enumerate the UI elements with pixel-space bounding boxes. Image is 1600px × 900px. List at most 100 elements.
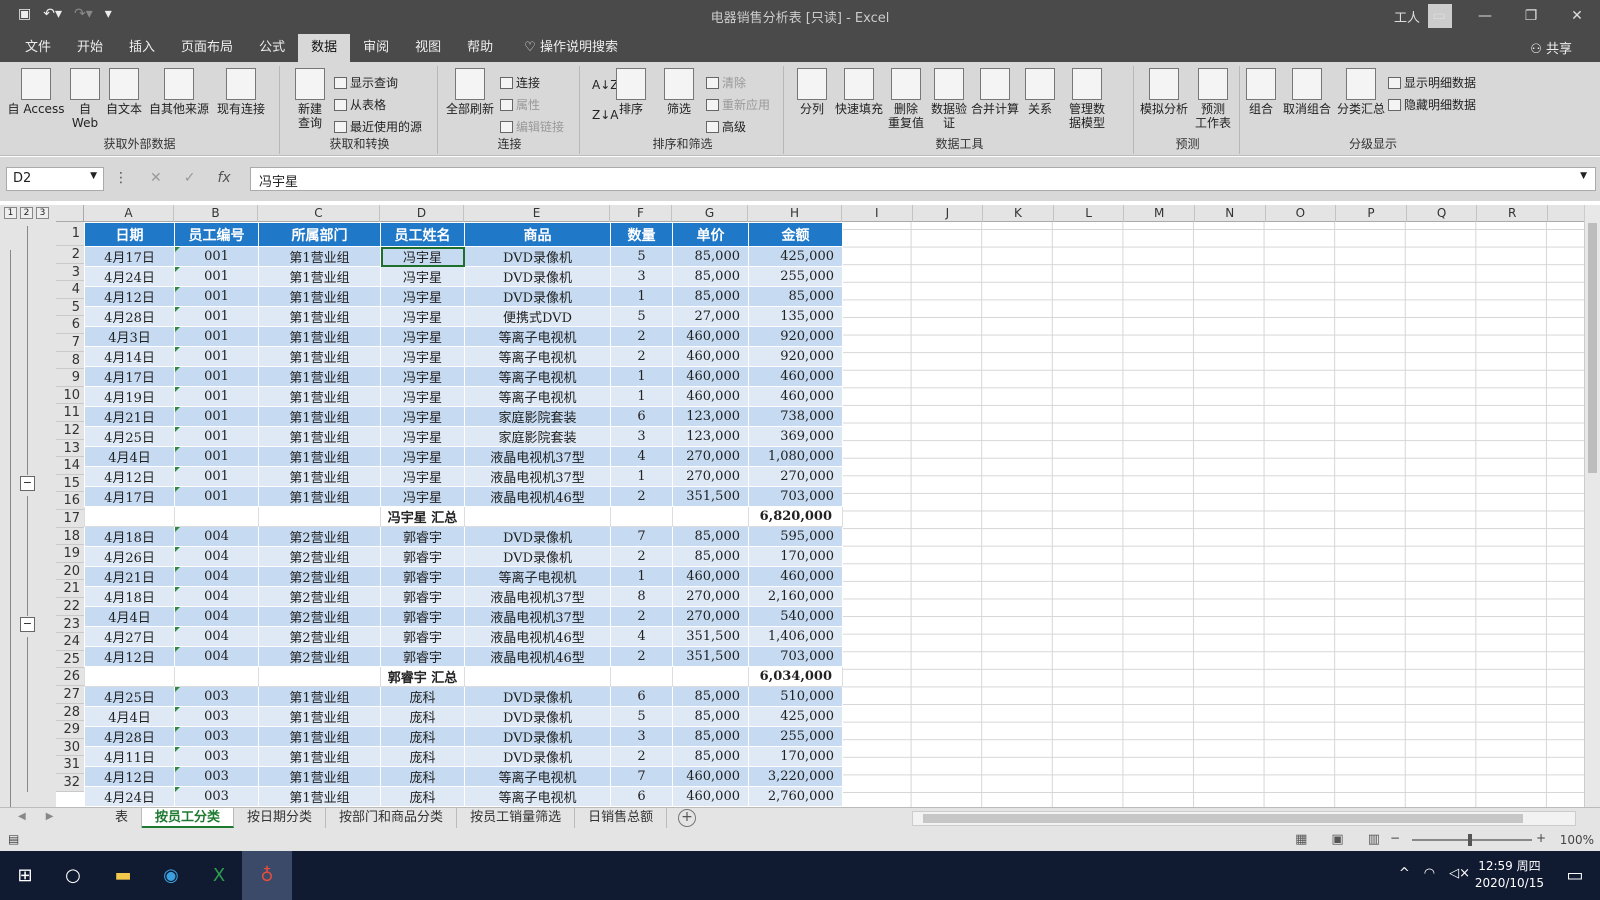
row-header-15[interactable]: 15 [56,474,84,493]
table-cell[interactable]: 5 [610,306,673,327]
table-cell[interactable]: 920,000 [748,346,843,367]
column-header-F[interactable]: F [610,205,672,222]
ribbon-button-ribbon-get_external-btns-3[interactable]: 自其他来源 [146,68,212,116]
table-cell[interactable]: 2 [610,746,673,767]
table-cell[interactable]: 4月25日 [84,686,175,707]
table-cell[interactable]: 4 [610,446,673,467]
row-header-20[interactable]: 20 [56,562,84,581]
table-cell[interactable]: 540,000 [748,606,843,627]
table-cell[interactable]: 460,000 [672,566,749,587]
table-cell[interactable]: 255,000 [748,266,843,287]
outline-level-3[interactable]: 3 [36,207,49,219]
table-cell[interactable]: DVD录像机 [464,746,611,767]
table-cell[interactable]: 2 [610,486,673,507]
row-header-1[interactable]: 1 [56,222,84,246]
table-cell[interactable]: DVD录像机 [464,726,611,747]
table-cell[interactable]: 液晶电视机37型 [464,446,611,467]
column-header-K[interactable]: K [983,205,1054,222]
table-cell[interactable] [174,666,259,687]
table-cell[interactable]: 4月4日 [84,606,175,627]
table-cell[interactable]: 7 [610,526,673,547]
table-cell[interactable]: 4月24日 [84,266,175,287]
table-cell[interactable]: 第2营业组 [258,526,381,547]
ribbon-item-ribbon-get_transform-items-1[interactable]: 从表格 [334,96,386,113]
table-cell[interactable]: 4月12日 [84,766,175,787]
page-break-icon[interactable]: ▥ [1368,832,1380,847]
table-cell[interactable]: 等离子电视机 [464,766,611,787]
name-box[interactable]: D2 ▼ [6,167,104,191]
table-cell[interactable]: DVD录像机 [464,546,611,567]
table-cell[interactable]: 第1营业组 [258,486,381,507]
table-cell[interactable]: 第1营业组 [258,326,381,347]
table-cell[interactable]: 第1营业组 [258,246,381,267]
table-cell[interactable]: 冯宇星 [380,286,465,307]
table-cell[interactable]: 郭睿宇 [380,546,465,567]
table-cell[interactable]: 003 [174,686,259,707]
column-header-E[interactable]: E [464,205,610,222]
page-layout-icon[interactable]: ▣ [1331,832,1343,847]
table-cell[interactable]: 003 [174,746,259,767]
zoom-knob[interactable] [1468,834,1472,846]
table-cell[interactable]: 123,000 [672,426,749,447]
table-cell[interactable]: DVD录像机 [464,266,611,287]
ribbon-tab-3[interactable]: 页面布局 [168,34,246,62]
table-cell[interactable]: 425,000 [748,246,843,267]
select-all-corner[interactable] [56,205,84,222]
table-cell[interactable]: 第1营业组 [258,706,381,727]
ribbon-button-ribbon-data_tools-btns-6[interactable]: 管理数 据模型 [1060,68,1114,130]
table-cell[interactable]: 2 [610,606,673,627]
table-cell[interactable]: 4月27日 [84,626,175,647]
row-header-21[interactable]: 21 [56,580,84,598]
wifi-icon[interactable]: ◠ [1424,866,1435,881]
sort-button[interactable]: 排序 [614,68,648,116]
row-header-24[interactable]: 24 [56,633,84,651]
table-cell[interactable]: DVD录像机 [464,686,611,707]
table-cell[interactable]: 家庭影院套装 [464,426,611,447]
filter-button[interactable]: 筛选 [662,68,696,116]
new-query-button[interactable]: 新建 查询 [290,68,330,130]
table-cell[interactable] [610,666,673,687]
table-cell[interactable]: 液晶电视机37型 [464,606,611,627]
table-cell[interactable]: 冯宇星 [380,266,465,287]
table-cell[interactable]: 460,000 [672,366,749,387]
zoom-out-icon[interactable]: − [1390,831,1400,845]
table-cell[interactable]: 第2营业组 [258,566,381,587]
ribbon-button-ribbon-get_external-btns-2[interactable]: 自文本 [102,68,146,116]
table-cell[interactable]: 庞科 [380,686,465,707]
minimize-icon[interactable]: — [1462,0,1508,32]
table-cell[interactable]: 85,000 [672,526,749,547]
table-cell[interactable]: 460,000 [748,366,843,387]
table-cell[interactable]: 270,000 [672,606,749,627]
subtotal-amount[interactable]: 6,034,000 [748,666,843,687]
table-cell[interactable]: 004 [174,606,259,627]
table-cell[interactable]: 85,000 [672,546,749,567]
table-cell[interactable]: 等离子电视机 [464,346,611,367]
collapse-group-icon[interactable]: − [20,475,35,491]
table-cell[interactable]: 270,000 [748,466,843,487]
ribbon-display-icon[interactable]: ▭ [1416,0,1462,32]
table-cell[interactable]: 冯宇星 [380,366,465,387]
ribbon-item-ribbon-get_transform-items-0[interactable]: 显示查询 [334,74,398,91]
table-cell[interactable]: 第2营业组 [258,626,381,647]
table-cell[interactable]: 冯宇星 [380,306,465,327]
column-header-C[interactable]: C [258,205,380,222]
table-cell[interactable]: 郭睿宇 [380,626,465,647]
table-cell[interactable]: 等离子电视机 [464,366,611,387]
table-cell[interactable]: 738,000 [748,406,843,427]
ribbon-button-ribbon-data_tools-btns-0[interactable]: 分列 [790,68,834,116]
table-cell[interactable]: 4月12日 [84,286,175,307]
table-cell[interactable]: 001 [174,286,259,307]
outline-level-2[interactable]: 2 [20,207,33,219]
row-header-16[interactable]: 16 [56,492,84,510]
row-header-31[interactable]: 31 [56,756,84,774]
column-header-M[interactable]: M [1124,205,1195,222]
table-cell[interactable]: 第1营业组 [258,726,381,747]
table-cell[interactable]: 4月12日 [84,466,175,487]
table-cell[interactable]: 004 [174,626,259,647]
table-cell[interactable]: 1 [610,286,673,307]
table-cell[interactable]: 001 [174,446,259,467]
table-cell[interactable]: 460,000 [672,386,749,407]
table-cell[interactable]: 第1营业组 [258,466,381,487]
ribbon-button-ribbon-outline-btns-0[interactable]: 组合 [1244,68,1278,116]
table-cell[interactable]: 460,000 [672,766,749,787]
